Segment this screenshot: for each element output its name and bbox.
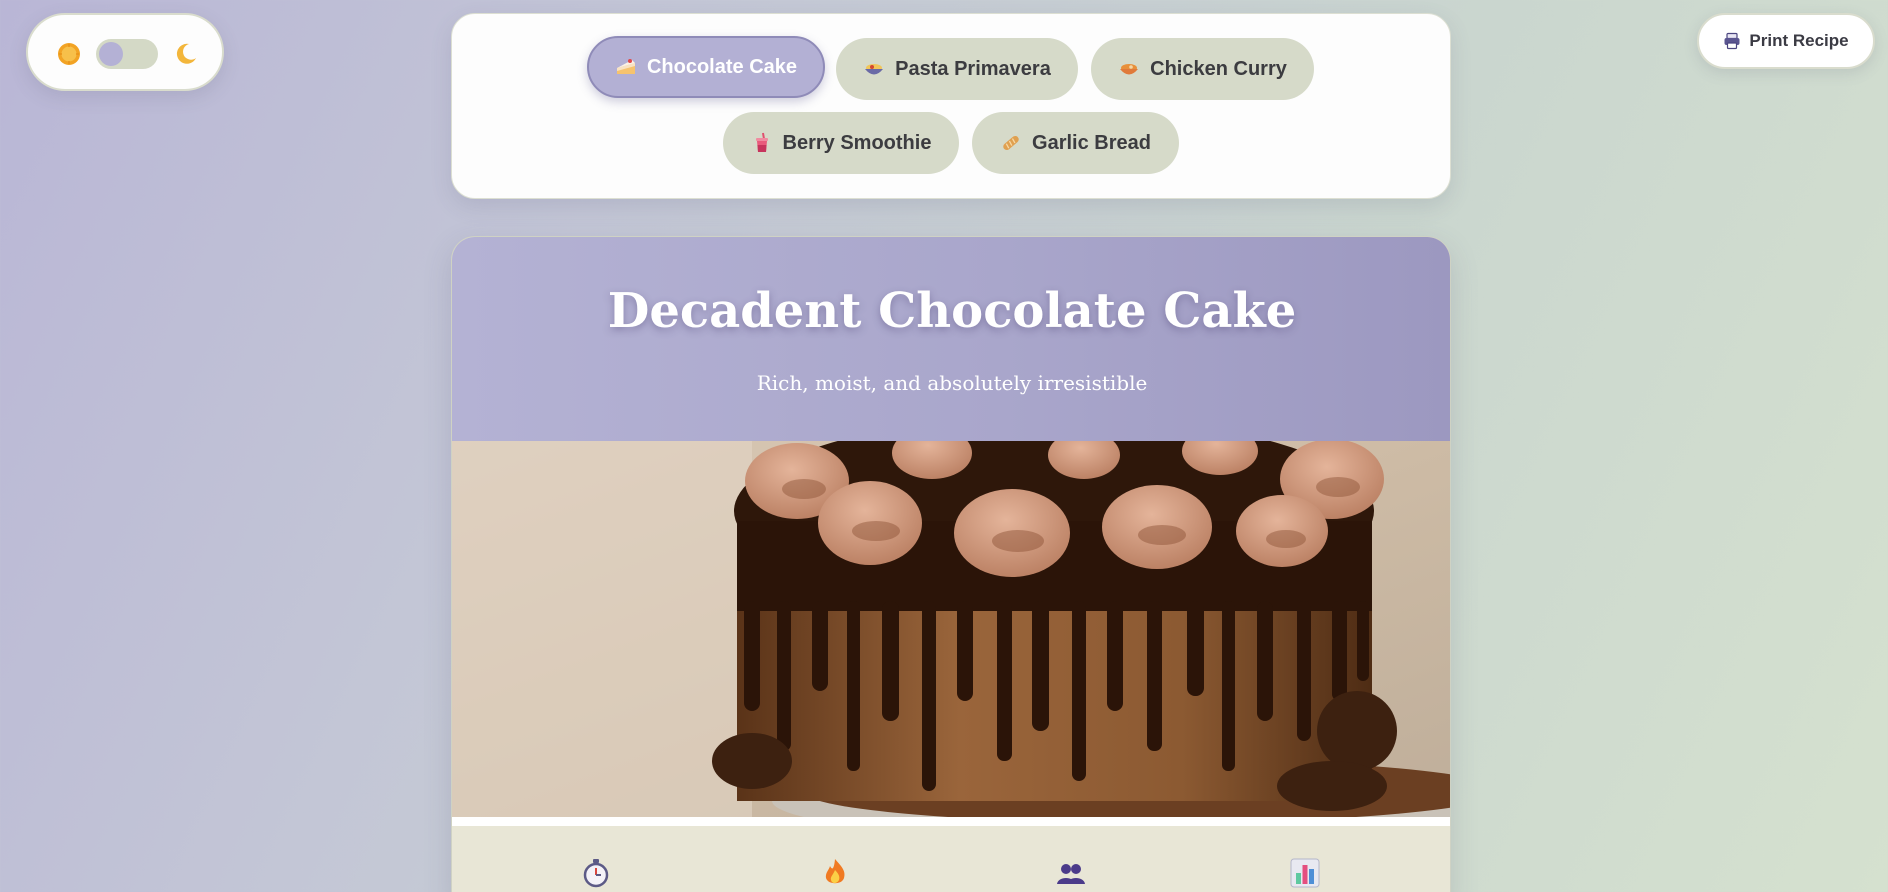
bar-chart-icon <box>1290 858 1320 888</box>
recipe-stats <box>452 826 1450 892</box>
fire-icon <box>825 859 845 884</box>
print-recipe-button[interactable]: Print Recipe <box>1697 13 1875 69</box>
curry-bowl-icon <box>1120 64 1139 75</box>
stopwatch-icon <box>583 859 609 888</box>
tab-chocolate-cake-label: Chocolate Cake <box>646 55 798 78</box>
recipe-card: Decadent Chocolate Cake Rich, moist, and… <box>451 236 1451 892</box>
tab-pasta-primavera-label: Pasta Primavera <box>895 57 1051 80</box>
print-recipe-label: Print Recipe <box>1749 31 1849 50</box>
smoothie-cup-icon <box>755 132 768 152</box>
tab-berry-smoothie-label: Berry Smoothie <box>782 131 932 154</box>
theme-toggle[interactable] <box>26 13 224 91</box>
sun-icon <box>58 43 80 65</box>
chocolate-drip-cake-photo <box>452 441 1450 817</box>
moon-icon <box>176 43 196 64</box>
tab-pasta-primavera[interactable]: Pasta Primavera <box>836 38 1078 100</box>
tab-berry-smoothie[interactable]: Berry Smoothie <box>723 112 959 174</box>
theme-switch-knob[interactable] <box>99 42 123 66</box>
recipe-subtitle: Rich, moist, and absolutely irresistible <box>756 371 1148 395</box>
tab-chicken-curry[interactable]: Chicken Curry <box>1091 38 1314 100</box>
bread-icon <box>1003 135 1019 151</box>
recipe-title: Decadent Chocolate Cake <box>607 283 1297 339</box>
photo-divider <box>452 817 1450 826</box>
tab-garlic-bread-label: Garlic Bread <box>1032 131 1151 154</box>
theme-switch[interactable] <box>96 39 158 69</box>
recipe-tabs: Chocolate Cake Pasta Primavera Chicken C… <box>451 13 1451 199</box>
cake-slice-icon <box>616 59 635 74</box>
tab-chocolate-cake[interactable]: Chocolate Cake <box>587 36 825 98</box>
tab-garlic-bread[interactable]: Garlic Bread <box>972 112 1179 174</box>
recipe-header: Decadent Chocolate Cake Rich, moist, and… <box>452 237 1450 441</box>
pasta-bowl-icon <box>865 64 884 75</box>
tab-chicken-curry-label: Chicken Curry <box>1150 57 1287 80</box>
printer-icon <box>1724 32 1740 50</box>
people-icon <box>1057 864 1085 884</box>
